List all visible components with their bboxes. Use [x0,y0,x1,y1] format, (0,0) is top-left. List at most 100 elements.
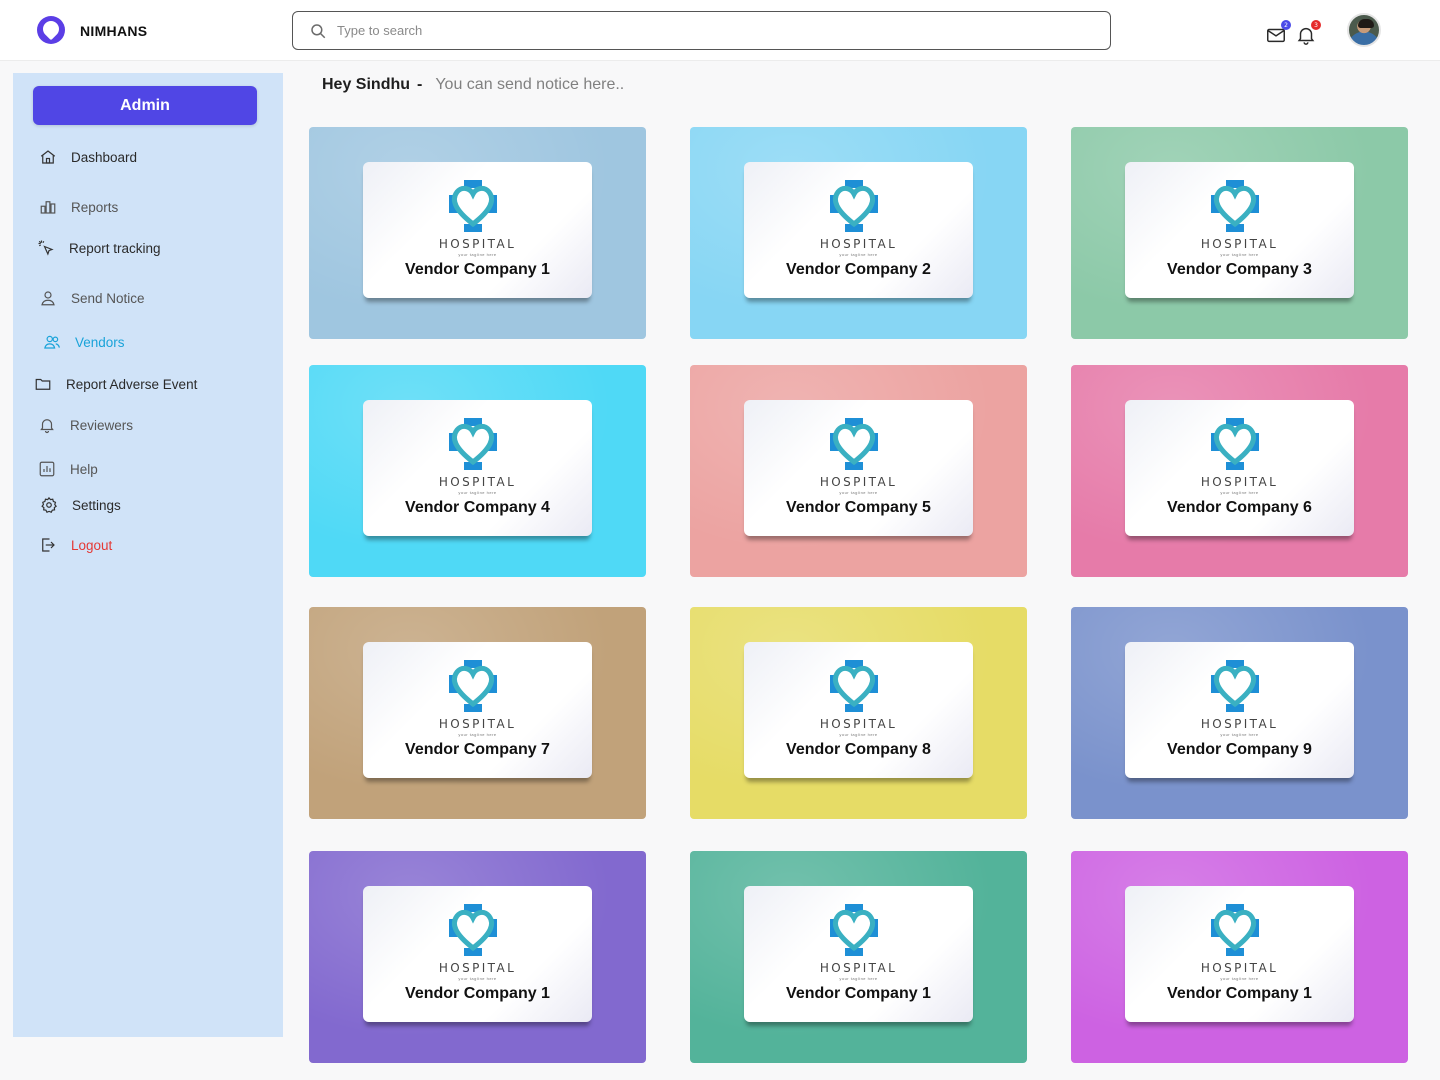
sidebar-item-send-notice[interactable]: Send Notice [39,289,145,307]
logo-text: HOSPITAL [438,237,517,251]
vendor-name: Vendor Company 8 [786,741,931,758]
vendor-name: Vendor Company 5 [786,499,931,516]
vendor-name: Vendor Company 1 [405,261,550,278]
logo-tagline: your tagline here [839,732,878,737]
logo-text: HOSPITAL [438,717,517,731]
sidebar-item-label: Send Notice [71,290,145,306]
vendor-logo-panel: HOSPITAL your tagline here Vendor Company … [1125,400,1354,536]
logo-text: HOSPITAL [1200,475,1279,489]
sidebar-item-label: Dashboard [71,149,138,165]
vendor-logo-panel: HOSPITAL your tagline here Vendor Company … [363,400,592,536]
logo-tagline: your tagline here [458,252,497,257]
vendor-card[interactable]: HOSPITAL your tagline here Vendor Company … [1071,365,1408,577]
logo-text: HOSPITAL [819,475,898,489]
vendor-card[interactable]: HOSPITAL your tagline here Vendor Company … [309,127,646,339]
vendor-logo-panel: HOSPITAL your tagline here Vendor Company … [1125,886,1354,1022]
cursor-click-icon [38,240,54,256]
folder-icon [35,378,51,390]
sidebar-item-label: Settings [72,497,121,513]
logo-text: HOSPITAL [438,475,517,489]
vendor-logo-panel: HOSPITAL your tagline here Vendor Company … [744,886,973,1022]
greeting: Hey Sindhu - You can send notice here.. [322,76,624,94]
user-avatar[interactable] [1347,13,1381,47]
bell-icon [40,419,54,434]
sidebar-item-dashboard[interactable]: Dashboard [39,148,137,166]
notifications-button[interactable]: 3 [1295,20,1321,46]
vendor-name: Vendor Company 4 [405,499,550,516]
logo-tagline: your tagline here [1220,732,1259,737]
gear-icon [41,496,57,513]
vendor-logo-panel: HOSPITAL your tagline here Vendor Company … [363,642,592,778]
vendor-card[interactable]: HOSPITAL your tagline here Vendor Company … [690,851,1027,1063]
sidebar-item-help[interactable]: Help [38,460,98,478]
sidebar: Admin Dashboard Reports Report tracking … [13,73,283,1037]
vendor-card[interactable]: HOSPITAL your tagline here Vendor Company … [690,127,1027,339]
logo-text: HOSPITAL [1200,961,1279,975]
vendor-logo-panel: HOSPITAL your tagline here Vendor Company … [1125,642,1354,778]
logo-tagline: your tagline here [458,490,497,495]
vendor-logo-panel: HOSPITAL your tagline here Vendor Company … [1125,162,1354,298]
vendor-logo-panel: HOSPITAL your tagline here Vendor Company … [744,162,973,298]
vendor-card[interactable]: HOSPITAL your tagline here Vendor Company … [309,365,646,577]
vendor-card[interactable]: HOSPITAL your tagline here Vendor Company … [690,607,1027,819]
logo-text: HOSPITAL [1200,237,1279,251]
vendor-card[interactable]: HOSPITAL your tagline here Vendor Company … [690,365,1027,577]
sidebar-item-report-tracking[interactable]: Report tracking [37,239,161,257]
vendor-card[interactable]: HOSPITAL your tagline here Vendor Company … [1071,607,1408,819]
notification-badge: 3 [1311,20,1321,30]
home-icon [40,150,56,164]
vendor-logo-panel: HOSPITAL your tagline here Vendor Company … [363,886,592,1022]
logo-tagline: your tagline here [1220,976,1259,981]
sidebar-item-report-adverse-event[interactable]: Report Adverse Event [34,375,197,393]
hospital-heart-cross-icon [1211,660,1259,712]
vendor-name: Vendor Company 3 [1167,261,1312,278]
logo-tagline: your tagline here [458,976,497,981]
send-notice-prompt[interactable]: You can send notice here.. [435,76,624,94]
greeting-dash: - [417,76,423,93]
vendor-name: Vendor Company 6 [1167,499,1312,516]
sidebar-item-label: Vendors [75,334,125,350]
hospital-heart-cross-icon [449,660,497,712]
sidebar-item-label: Report tracking [69,240,161,256]
logo-tagline: your tagline here [839,490,878,495]
hospital-heart-cross-icon [830,904,878,956]
user-icon [41,291,55,306]
users-icon [44,335,60,349]
sidebar-item-logout[interactable]: Logout [39,536,112,554]
vendor-card[interactable]: HOSPITAL your tagline here Vendor Company … [309,607,646,819]
vendor-name: Vendor Company 1 [786,985,931,1002]
vendor-card[interactable]: HOSPITAL your tagline here Vendor Company … [1071,127,1408,339]
vendor-logo-panel: HOSPITAL your tagline here Vendor Company … [744,400,973,536]
sidebar-item-label: Report Adverse Event [66,376,198,392]
vendor-logo-panel: HOSPITAL your tagline here Vendor Company … [363,162,592,298]
logo-text: HOSPITAL [819,237,898,251]
hospital-heart-cross-icon [449,418,497,470]
logo-tagline: your tagline here [458,732,497,737]
search-input[interactable] [337,23,1037,38]
logo-tagline: your tagline here [839,976,878,981]
vendor-card[interactable]: HOSPITAL your tagline here Vendor Company … [1071,851,1408,1063]
sidebar-item-reviewers[interactable]: Reviewers [38,416,133,434]
logo-text: HOSPITAL [819,961,898,975]
logo-text: HOSPITAL [1200,717,1279,731]
logout-icon [42,538,55,552]
sidebar-item-reports[interactable]: Reports [39,198,118,216]
sidebar-item-settings[interactable]: Settings [40,496,121,514]
sidebar-item-label: Help [70,461,98,477]
vendor-card[interactable]: HOSPITAL your tagline here Vendor Company … [309,851,646,1063]
hospital-heart-cross-icon [830,418,878,470]
search-bar[interactable] [292,11,1111,50]
top-header: NIMHANS 2 3 [0,0,1440,61]
help-chart-icon [39,461,55,477]
brand-name: NIMHANS [80,23,148,39]
app-logo-icon[interactable] [37,16,65,44]
sidebar-item-vendors[interactable]: Vendors [43,333,125,351]
hospital-heart-cross-icon [449,904,497,956]
vendor-name: Vendor Company 1 [1167,985,1312,1002]
sidebar-item-label: Logout [71,537,113,553]
sidebar-item-label: Reviewers [70,417,134,433]
logo-tagline: your tagline here [1220,490,1259,495]
admin-button[interactable]: Admin [33,86,257,125]
logo-tagline: your tagline here [839,252,878,257]
mail-button[interactable]: 2 [1265,20,1291,46]
